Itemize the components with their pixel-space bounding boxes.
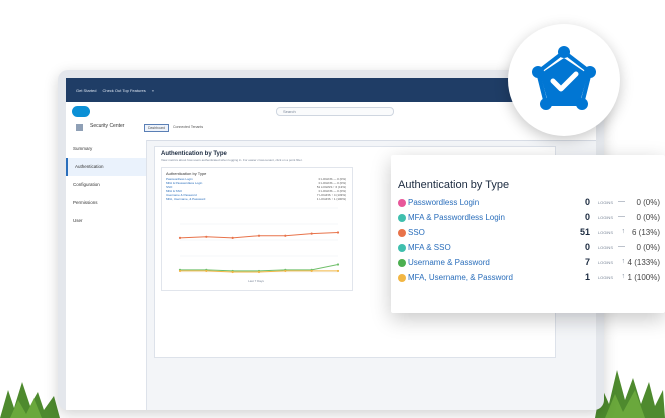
card-title: Authentication by Type [398,179,510,191]
trend-icon: — [618,213,625,220]
data-point[interactable] [257,234,261,237]
login-count: 0 [584,212,590,222]
auth-type-label: MFA & SSO [408,243,451,252]
auth-row-mfa-username-password[interactable]: MFA, Username, & Password 1 LOGINS ↑ 1 (… [398,272,660,286]
tab-connected-tenants[interactable]: Connected Tenants [170,124,206,130]
legend-dot-icon [398,244,406,252]
auth-by-type-card: Authentication by Type Passwordless Logi… [391,155,665,313]
login-unit: LOGINS [597,260,613,265]
data-point[interactable] [205,235,208,238]
top-features-link[interactable]: Check Out Top Features [102,88,145,93]
auth-type-label: MFA & Passwordless Login [408,213,505,222]
chevron-icon: » [151,87,154,93]
legend-dot-icon [398,259,406,267]
data-point[interactable] [336,231,340,234]
auth-type-label: MFA, Username, & Password [408,273,513,282]
data-point[interactable] [257,270,261,274]
auth-row-mfa-sso[interactable]: MFA & SSO 0 LOGINS — 0 (0%) [398,242,660,256]
auth-row-username-password[interactable]: Username & Password 7 LOGINS ↑ 4 (133%) [398,257,660,271]
login-change: 4 (133%) [627,258,660,267]
legend-dot-icon [398,229,406,237]
legend-dot-icon [398,199,406,207]
legend-dot-icon [398,274,406,282]
trend-icon: ↑ [621,273,626,280]
shield-network-check-icon [532,46,596,110]
login-count: 7 [584,257,590,267]
sidebar-item-summary[interactable]: Summary [66,140,146,158]
search-input[interactable]: Search [276,107,394,116]
data-point[interactable] [336,263,340,266]
login-count: 0 [584,197,590,207]
trend-icon: — [618,243,625,250]
badge-circle [508,24,620,136]
auth-type-label: SSO [408,228,425,237]
data-point[interactable] [284,234,287,237]
sidebar-item-permissions[interactable]: Permissions [66,194,146,212]
data-point[interactable] [284,269,287,273]
auth-type-label: Username & Password [408,258,490,267]
legend-row[interactable]: MFA, Username, & Password 1 LOGINS ↑ 1 (1… [166,197,352,201]
data-point[interactable] [178,269,182,273]
login-unit: LOGINS [597,275,613,280]
app-name: Security Center [90,123,125,129]
login-count: 0 [584,242,590,252]
login-unit: LOGINS [597,200,613,205]
trend-icon: ↑ [621,258,626,265]
trend-icon: ↑ [621,228,626,235]
app-launcher-icon[interactable] [76,124,83,131]
legend-value: 1 LOGINS ↑ 1 (100%) [316,197,346,201]
data-point[interactable] [178,236,182,239]
chart-card-title: Authentication by Type [166,171,207,176]
login-change: 0 (0%) [636,243,660,252]
data-point[interactable] [205,269,208,273]
auth-row-passwordless[interactable]: Passwordless Login 0 LOGINS — 0 (0%) [398,197,660,211]
login-change: 1 (100%) [627,273,660,282]
auth-type-label: Passwordless Login [408,198,480,207]
sidebar-item-configuration[interactable]: Configuration [66,176,146,194]
login-unit: LOGINS [597,230,613,235]
data-point[interactable] [310,232,313,235]
login-change: 6 (13%) [631,228,660,237]
login-count: 1 [584,272,590,282]
login-unit: LOGINS [597,245,613,250]
sidebar-item-user[interactable]: User [66,212,146,230]
auth-row-mfa-passwordless[interactable]: MFA & Passwordless Login 0 LOGINS — 0 (0… [398,212,660,226]
chart-card: Authentication by Type Passwordless Logi… [161,167,353,291]
auth-line-chart: Last 7 Days [178,207,340,283]
login-count: 51 [579,227,590,237]
auth-row-sso[interactable]: SSO 51 LOGINS ↑ 6 (13%) [398,227,660,241]
login-unit: LOGINS [597,215,613,220]
data-point[interactable] [336,269,340,273]
data-point[interactable] [231,236,234,239]
data-point[interactable] [231,270,234,274]
sidebar-item-authentication[interactable]: Authentication [66,158,146,176]
chart-legend: Passwordless Login 0 LOGINS — 0 (0%) MFA … [162,177,352,201]
x-axis-label: Last 7 Days [248,279,264,283]
get-started-link[interactable]: Get Started [76,88,96,93]
salesforce-logo-icon[interactable] [72,106,90,117]
trend-icon: — [618,198,625,205]
tab-dashboard[interactable]: Dashboard [144,124,170,132]
login-change: 0 (0%) [636,213,660,222]
legend-label: MFA, Username, & Password [166,197,206,201]
legend-dot-icon [398,214,406,222]
login-change: 0 (0%) [636,198,660,207]
data-point[interactable] [310,269,313,273]
sidebar: Summary Authentication Configuration Per… [66,140,147,410]
